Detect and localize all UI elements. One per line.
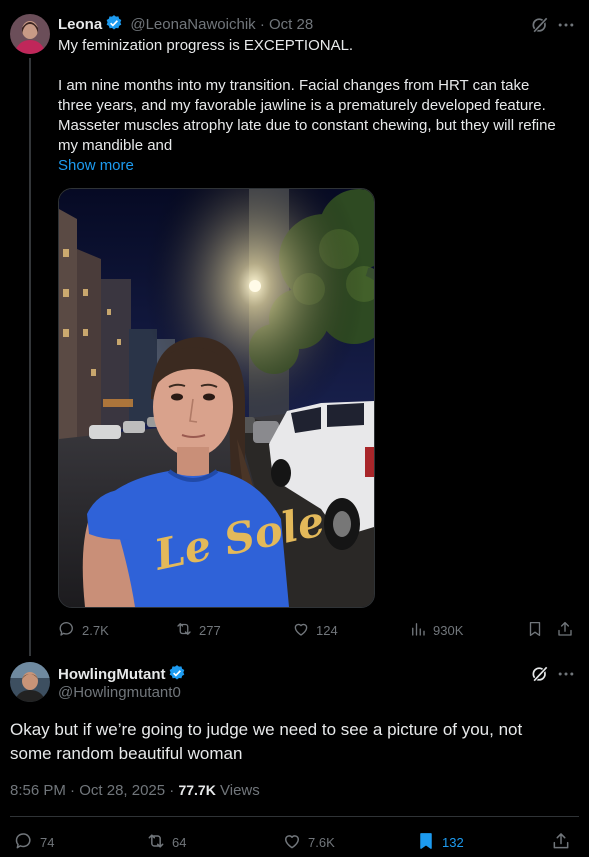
tweet1-line: three years, and my favorable jawline is… xyxy=(58,97,546,114)
tweet1-like-button[interactable]: 124 xyxy=(292,620,338,641)
tweet1-line: my mandible and xyxy=(58,137,173,154)
reply-count: 2.7K xyxy=(82,623,109,638)
repost-count: 277 xyxy=(199,623,221,638)
tweet1-text: My feminization progress is EXCEPTIONAL.… xyxy=(58,36,583,176)
tweet2-views-count: 77.7K xyxy=(178,782,216,798)
separator-dot: · xyxy=(259,16,265,33)
tweet1-line: I am nine months into my transition. Fac… xyxy=(58,77,530,94)
reply-count: 74 xyxy=(40,835,55,850)
tweet1-header: Leona @LeonaNawoichik · Oct 28 xyxy=(58,14,313,36)
more-icon[interactable] xyxy=(556,664,576,684)
tweet1-share-button[interactable] xyxy=(556,620,574,641)
tweet1-date[interactable]: Oct 28 xyxy=(269,16,313,33)
howlingmutant-avatar[interactable] xyxy=(10,662,50,702)
reply-icon xyxy=(14,831,34,854)
grok-icon[interactable] xyxy=(530,15,550,35)
tweet1-reply-button[interactable]: 2.7K xyxy=(58,620,109,641)
tweet1-author-name[interactable]: Leona xyxy=(58,16,102,33)
bookmark-icon xyxy=(526,620,544,641)
tweet1-line: My feminization progress is EXCEPTIONAL. xyxy=(58,37,354,54)
show-more-link[interactable]: Show more xyxy=(58,156,583,176)
repost-icon xyxy=(146,831,166,854)
tweet1-line: Masseter muscles atrophy late due to con… xyxy=(58,117,556,134)
tweet1-handle[interactable]: @LeonaNawoichik xyxy=(130,16,255,33)
tweet1-photo[interactable]: Le Sole xyxy=(58,188,375,608)
repost-icon xyxy=(175,620,193,641)
bookmark-icon xyxy=(416,831,436,854)
like-icon xyxy=(292,620,310,641)
grok-icon[interactable] xyxy=(530,664,550,684)
repost-count: 64 xyxy=(172,835,187,850)
verified-icon xyxy=(105,14,123,36)
tweet1-views-button[interactable]: 930K xyxy=(409,620,463,641)
leona-avatar[interactable] xyxy=(10,14,50,54)
tweet2-date[interactable]: Oct 28, 2025 xyxy=(79,782,165,799)
reply-icon xyxy=(58,620,76,641)
tweet1-repost-button[interactable]: 277 xyxy=(175,620,221,641)
tweet1-line xyxy=(58,56,583,76)
separator-dot: · xyxy=(169,782,175,799)
separator-dot: · xyxy=(70,782,76,799)
like-count: 7.6K xyxy=(308,835,335,850)
tweet2-like-button[interactable]: 7.6K xyxy=(282,831,335,854)
tweet2-share-button[interactable] xyxy=(551,831,571,854)
views-count: 930K xyxy=(433,623,464,638)
share-icon xyxy=(551,831,571,854)
like-icon xyxy=(282,831,302,854)
more-icon[interactable] xyxy=(556,15,576,35)
tweet2-views-label: Views xyxy=(220,782,260,799)
bookmark-count: 132 xyxy=(442,835,464,850)
divider-top xyxy=(10,816,579,817)
share-icon xyxy=(556,620,574,641)
thread-line xyxy=(29,58,31,656)
views-icon xyxy=(409,620,427,641)
tweet1-bookmark-button[interactable] xyxy=(526,620,544,641)
tweet2-handle[interactable]: @Howlingmutant0 xyxy=(58,684,181,701)
tweet2-text-line: some random beautiful woman xyxy=(10,744,243,763)
tweet2-text-line: Okay but if we’re going to judge we need… xyxy=(10,720,523,739)
tweet2-time[interactable]: 8:56 PM xyxy=(10,782,66,799)
tweet2-repost-button[interactable]: 64 xyxy=(146,831,186,854)
tweet2-meta: 8:56 PM · Oct 28, 2025 · 77.7K Views xyxy=(10,782,260,799)
tweet2-bookmark-button[interactable]: 132 xyxy=(416,831,464,854)
like-count: 124 xyxy=(316,623,338,638)
tweet2-text: Okay but if we’re going to judge we need… xyxy=(10,718,580,766)
tweet2-author-name[interactable]: HowlingMutant xyxy=(58,666,165,683)
tweet2-reply-button[interactable]: 74 xyxy=(14,831,54,854)
